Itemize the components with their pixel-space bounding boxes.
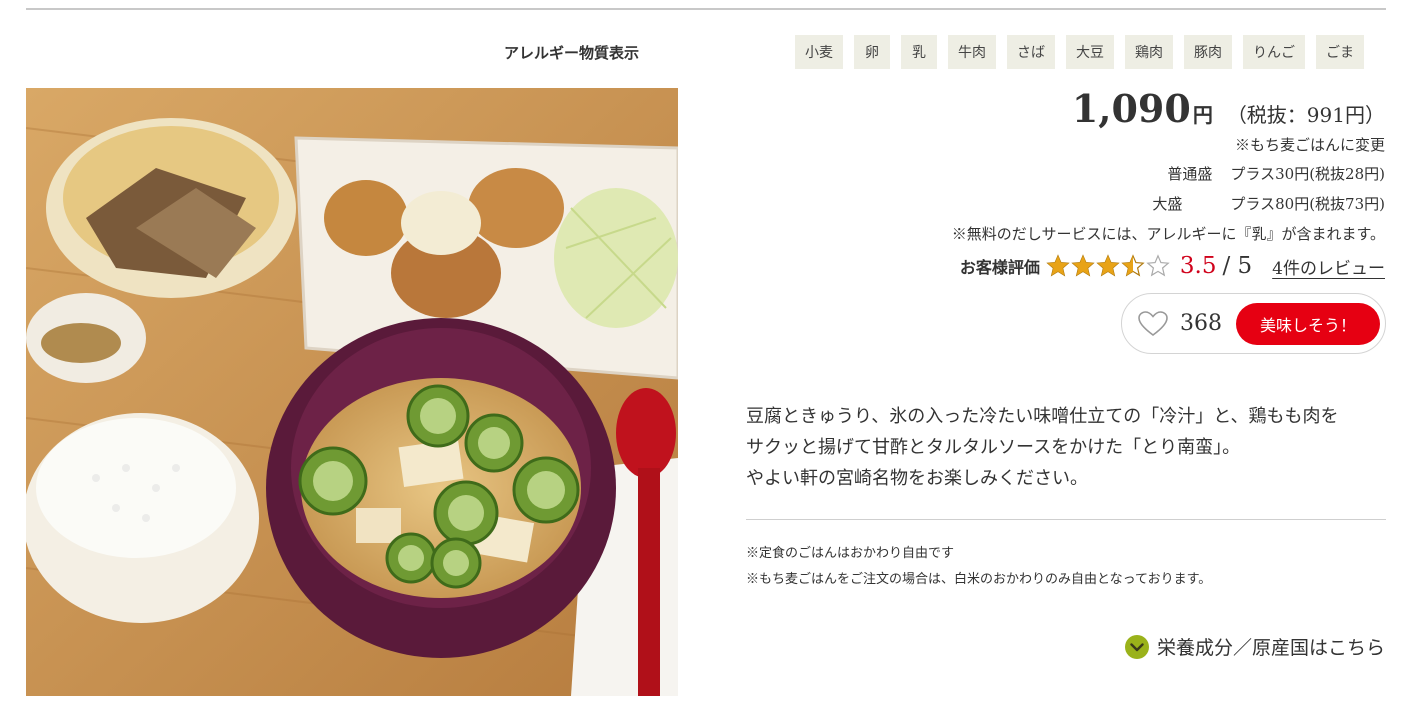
option-row: 普通盛 プラス30円(税抜28円)	[1167, 163, 1385, 184]
looks-delicious-button[interactable]: 美味しそう！	[1236, 302, 1380, 345]
rating-label: お客様評価	[959, 258, 1040, 277]
product-description: 豆腐ときゅうり、氷の入った冷たい味噌仕立ての「冷汁」と、鶏もも肉を サクッと揚げ…	[746, 401, 1339, 494]
rating-score: 3.5	[1179, 253, 1217, 279]
allergen-tag: 牛肉	[948, 35, 996, 69]
like-count: 368	[1180, 311, 1222, 336]
footnote: ※定食のごはんはおかわり自由です	[746, 546, 955, 561]
description-line: 豆腐ときゅうり、氷の入った冷たい味噌仕立ての「冷汁」と、鶏もも肉を	[746, 406, 1339, 427]
nutrition-link-label: 栄養成分／原産国はこちら	[1156, 637, 1385, 659]
rating-max: / 5	[1222, 253, 1253, 279]
allergen-tag: 鶏肉	[1125, 35, 1173, 69]
star-icon	[1121, 254, 1145, 277]
nutrition-link[interactable]: 栄養成分／原産国はこちら	[1124, 633, 1385, 660]
allergy-title: アレルギー物質表示	[504, 44, 640, 62]
customer-rating: お客様評価 3.5 / 5 4件のレビュー	[960, 253, 1385, 279]
price-tax-excluded: （税抜：991円）	[1226, 103, 1385, 127]
allergen-tag: りんご	[1243, 35, 1305, 69]
allergen-list: 小麦 卵 乳 牛肉 さば 大豆 鶏肉 豚肉 りんご ごま	[795, 35, 1364, 69]
price-amount: 1,090	[1071, 86, 1191, 131]
like-box: 368 美味しそう！	[1121, 293, 1386, 354]
allergen-tag: 豚肉	[1184, 35, 1232, 69]
allergen-tag: 乳	[901, 35, 937, 69]
footnotes: ※定食のごはんはおかわり自由です ※もち麦ごはんをご注文の場合は、白米のおかわり…	[746, 541, 1211, 593]
footnote: ※もち麦ごはんをご注文の場合は、白米のおかわりのみ自由となっております。	[746, 572, 1212, 587]
star-icon	[1046, 254, 1070, 277]
section-divider	[746, 519, 1386, 520]
allergen-tag: 卵	[854, 35, 890, 69]
option-extra: プラス30円(税抜28円)	[1230, 165, 1385, 183]
option-extra: プラス80円(税抜73円)	[1230, 195, 1385, 213]
star-icon	[1146, 254, 1170, 277]
reviews-link[interactable]: 4件のレビュー	[1272, 254, 1385, 279]
product-photo	[26, 88, 678, 696]
dashi-allergy-note: ※無料のだしサービスには、アレルギーに『乳』が含まれます。	[951, 225, 1385, 243]
allergen-tag: ごま	[1316, 35, 1364, 69]
allergen-tag: 大豆	[1066, 35, 1114, 69]
price-currency: 円	[1192, 103, 1213, 127]
allergen-tag: 小麦	[795, 35, 843, 69]
star-icon	[1096, 254, 1120, 277]
option-size: 普通盛	[1167, 165, 1213, 183]
mochi-note: ※もち麦ごはんに変更	[1234, 136, 1385, 154]
option-row: 大盛 プラス80円(税抜73円)	[1152, 193, 1385, 214]
option-size: 大盛	[1152, 195, 1183, 213]
description-line: サクッと揚げて甘酢とタルタルソースをかけた「とり南蛮」。	[746, 437, 1241, 458]
description-line: やよい軒の宮崎名物をお楽しみください。	[746, 468, 1088, 489]
price: 1,090 円 （税抜：991円）	[1072, 86, 1385, 131]
star-icon	[1071, 254, 1095, 277]
heart-outline-icon[interactable]	[1138, 310, 1168, 337]
allergen-tag: さば	[1007, 35, 1055, 69]
rating-stars	[1046, 254, 1170, 278]
top-divider	[26, 8, 1386, 10]
chevron-down-circle-icon	[1124, 634, 1149, 659]
